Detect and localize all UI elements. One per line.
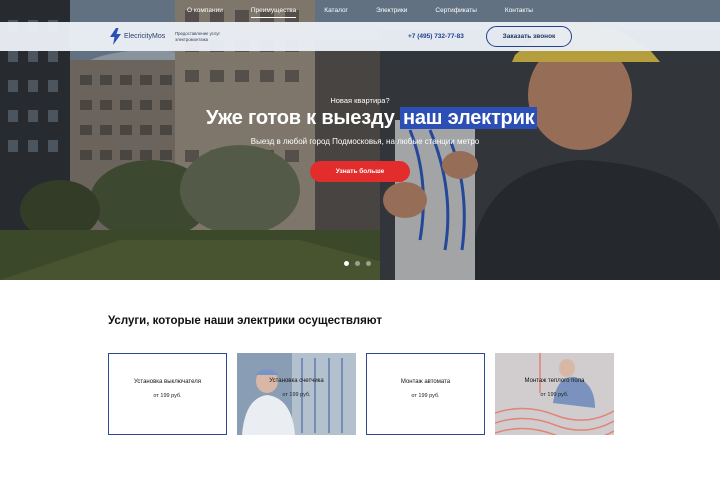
nav-item-catalog[interactable]: Каталог	[310, 0, 362, 22]
nav-item-advantages[interactable]: Преимущества	[237, 0, 310, 22]
services-cards: Установка выключателя от 199 руб. Устано…	[108, 353, 614, 435]
service-card-title: Установка счетчика	[269, 378, 324, 384]
nav-item-contacts[interactable]: Контакты	[491, 0, 547, 22]
service-card-title: Монтаж автомата	[400, 379, 451, 385]
hero-title-highlight: наш электрик	[400, 107, 538, 129]
phone-number[interactable]: +7 (495) 732-77-83	[408, 33, 464, 40]
service-card-floor-heating[interactable]: Монтаж теплого пола от 199 руб.	[495, 353, 614, 435]
slider-dot-1[interactable]	[344, 261, 349, 266]
learn-more-button[interactable]: Узнать больше	[310, 161, 410, 182]
hero-title-prefix: Уже готов к выезду	[206, 107, 395, 129]
service-card-price: от 199 руб.	[411, 393, 440, 399]
nav-item-electricians[interactable]: Электрики	[362, 0, 421, 22]
hero-title: Уже готов к выезду наш электрик	[206, 107, 538, 130]
service-card-price: от 199 руб.	[153, 393, 182, 399]
slider-pagination	[344, 261, 371, 266]
nav-item-about[interactable]: О компании	[173, 0, 237, 22]
service-card-title: Установка выключателя	[134, 379, 201, 385]
service-card-breaker[interactable]: Монтаж автомата от 199 руб.	[366, 353, 485, 435]
header-bar: ElecricityMos Предоставление услуг элект…	[0, 22, 720, 51]
service-card-title: Монтаж теплого пола	[524, 378, 585, 384]
service-card-meter[interactable]: Установка счетчика от 199 руб.	[237, 353, 356, 435]
hero-description: Выезд в любой город Подмосковья, на любы…	[250, 137, 480, 146]
tagline: Предоставление услуг электромонтажа	[175, 31, 221, 42]
top-navigation: О компании Преимущества Каталог Электрик…	[0, 0, 720, 22]
hero-subtitle: Новая квартира?	[330, 96, 390, 105]
nav-item-certificates[interactable]: Сертификаты	[421, 0, 490, 22]
logo-text: ElecricityMos	[124, 33, 166, 40]
service-card-switch[interactable]: Установка выключателя от 199 руб.	[108, 353, 227, 435]
slider-dot-2[interactable]	[355, 261, 360, 266]
logo[interactable]: ElecricityMos	[110, 28, 165, 45]
service-card-price: от 199 руб.	[282, 392, 311, 398]
callback-button[interactable]: Заказать звонок	[486, 26, 572, 47]
slider-dot-3[interactable]	[366, 261, 371, 266]
service-card-price: от 199 руб.	[540, 392, 569, 398]
services-heading: Услуги, которые наши электрики осуществл…	[108, 315, 382, 327]
lightning-bolt-icon	[110, 28, 121, 45]
